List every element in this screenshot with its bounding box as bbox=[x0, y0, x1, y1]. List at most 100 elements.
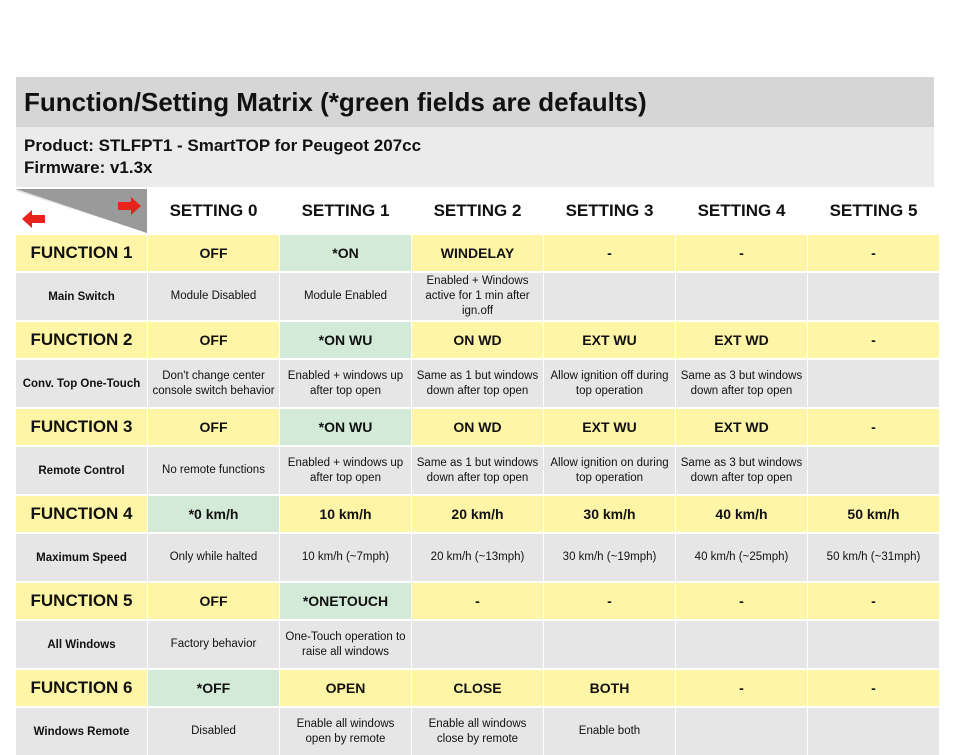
function-name: FUNCTION 1 bbox=[16, 235, 147, 271]
value-cell: EXT WU bbox=[544, 409, 675, 445]
description-cell bbox=[808, 621, 939, 668]
value-cell: - bbox=[412, 583, 543, 619]
default-value-cell: *ON WU bbox=[280, 322, 411, 358]
value-cell: ON WD bbox=[412, 322, 543, 358]
value-cell: OPEN bbox=[280, 670, 411, 706]
setting-header: SETTING 5 bbox=[808, 189, 939, 233]
function-name: FUNCTION 2 bbox=[16, 322, 147, 358]
setting-header: SETTING 0 bbox=[148, 189, 279, 233]
function-name: FUNCTION 5 bbox=[16, 583, 147, 619]
description-cell: Module Enabled bbox=[280, 273, 411, 320]
description-cell: Same as 3 but windows down after top ope… bbox=[676, 447, 807, 494]
red-left-arrow-icon bbox=[22, 210, 45, 228]
value-cell: ON WD bbox=[412, 409, 543, 445]
value-cell: BOTH bbox=[544, 670, 675, 706]
value-cell: - bbox=[544, 235, 675, 271]
description-cell: Enabled + windows up after top open bbox=[280, 447, 411, 494]
value-cell: - bbox=[676, 235, 807, 271]
function-label: Windows Remote bbox=[16, 708, 147, 755]
corner-graphic bbox=[16, 189, 147, 233]
description-cell bbox=[676, 273, 807, 320]
default-value-cell: *OFF bbox=[148, 670, 279, 706]
setting-header: SETTING 3 bbox=[544, 189, 675, 233]
value-cell: - bbox=[808, 670, 939, 706]
product-line: Product: STLFPT1 - SmartTOP for Peugeot … bbox=[24, 136, 422, 155]
matrix-title: Function/Setting Matrix (*green fields a… bbox=[16, 77, 934, 127]
value-cell: 20 km/h bbox=[412, 496, 543, 532]
value-cell: 50 km/h bbox=[808, 496, 939, 532]
description-cell: Same as 3 but windows down after top ope… bbox=[676, 360, 807, 407]
value-cell: OFF bbox=[148, 235, 279, 271]
description-cell: 20 km/h (~13mph) bbox=[412, 534, 543, 581]
description-cell: Allow ignition on during top operation bbox=[544, 447, 675, 494]
description-cell: 10 km/h (~7mph) bbox=[280, 534, 411, 581]
function-label: Conv. Top One-Touch bbox=[16, 360, 147, 407]
description-cell: No remote functions bbox=[148, 447, 279, 494]
matrix-grid: SETTING 0 SETTING 1 SETTING 2 SETTING 3 … bbox=[16, 189, 939, 755]
value-cell: EXT WU bbox=[544, 322, 675, 358]
setting-header: SETTING 1 bbox=[280, 189, 411, 233]
description-cell: Allow ignition off during top operation bbox=[544, 360, 675, 407]
firmware-line: Firmware: v1.3x bbox=[24, 158, 153, 177]
description-cell bbox=[544, 621, 675, 668]
function-name: FUNCTION 3 bbox=[16, 409, 147, 445]
default-value-cell: *ON bbox=[280, 235, 411, 271]
function-label: Main Switch bbox=[16, 273, 147, 320]
description-cell: Module Disabled bbox=[148, 273, 279, 320]
setting-header: SETTING 4 bbox=[676, 189, 807, 233]
value-cell: EXT WD bbox=[676, 322, 807, 358]
value-cell: - bbox=[808, 583, 939, 619]
description-cell: 50 km/h (~31mph) bbox=[808, 534, 939, 581]
description-cell: Enable both bbox=[544, 708, 675, 755]
corner-cell bbox=[16, 189, 147, 233]
function-name: FUNCTION 6 bbox=[16, 670, 147, 706]
value-cell: OFF bbox=[148, 409, 279, 445]
product-info: Product: STLFPT1 - SmartTOP for Peugeot … bbox=[16, 127, 934, 189]
function-label: All Windows bbox=[16, 621, 147, 668]
description-cell: Factory behavior bbox=[148, 621, 279, 668]
description-cell bbox=[808, 447, 939, 494]
function-label: Remote Control bbox=[16, 447, 147, 494]
value-cell: CLOSE bbox=[412, 670, 543, 706]
description-cell: Enabled + windows up after top open bbox=[280, 360, 411, 407]
description-cell: 40 km/h (~25mph) bbox=[676, 534, 807, 581]
default-value-cell: *0 km/h bbox=[148, 496, 279, 532]
value-cell: - bbox=[676, 583, 807, 619]
value-cell: - bbox=[808, 235, 939, 271]
description-cell bbox=[676, 708, 807, 755]
description-cell bbox=[544, 273, 675, 320]
function-name: FUNCTION 4 bbox=[16, 496, 147, 532]
description-cell: Same as 1 but windows down after top ope… bbox=[412, 360, 543, 407]
description-cell bbox=[808, 273, 939, 320]
setting-header: SETTING 2 bbox=[412, 189, 543, 233]
description-cell: Don't change center console switch behav… bbox=[148, 360, 279, 407]
function-label: Maximum Speed bbox=[16, 534, 147, 581]
default-value-cell: *ONETOUCH bbox=[280, 583, 411, 619]
description-cell bbox=[412, 621, 543, 668]
value-cell: WINDELAY bbox=[412, 235, 543, 271]
description-cell: Enabled + Windows active for 1 min after… bbox=[412, 273, 543, 320]
value-cell: - bbox=[808, 322, 939, 358]
value-cell: - bbox=[676, 670, 807, 706]
description-cell: Enable all windows open by remote bbox=[280, 708, 411, 755]
value-cell: - bbox=[544, 583, 675, 619]
description-cell bbox=[808, 708, 939, 755]
value-cell: 10 km/h bbox=[280, 496, 411, 532]
value-cell: - bbox=[808, 409, 939, 445]
function-setting-matrix: Function/Setting Matrix (*green fields a… bbox=[16, 77, 939, 755]
description-cell: Same as 1 but windows down after top ope… bbox=[412, 447, 543, 494]
value-cell: OFF bbox=[148, 583, 279, 619]
value-cell: OFF bbox=[148, 322, 279, 358]
description-cell bbox=[808, 360, 939, 407]
description-cell bbox=[676, 621, 807, 668]
value-cell: EXT WD bbox=[676, 409, 807, 445]
value-cell: 40 km/h bbox=[676, 496, 807, 532]
description-cell: Enable all windows close by remote bbox=[412, 708, 543, 755]
value-cell: 30 km/h bbox=[544, 496, 675, 532]
description-cell: Disabled bbox=[148, 708, 279, 755]
default-value-cell: *ON WU bbox=[280, 409, 411, 445]
description-cell: 30 km/h (~19mph) bbox=[544, 534, 675, 581]
corner-wedge-shade bbox=[16, 189, 147, 233]
description-cell: One-Touch operation to raise all windows bbox=[280, 621, 411, 668]
description-cell: Only while halted bbox=[148, 534, 279, 581]
